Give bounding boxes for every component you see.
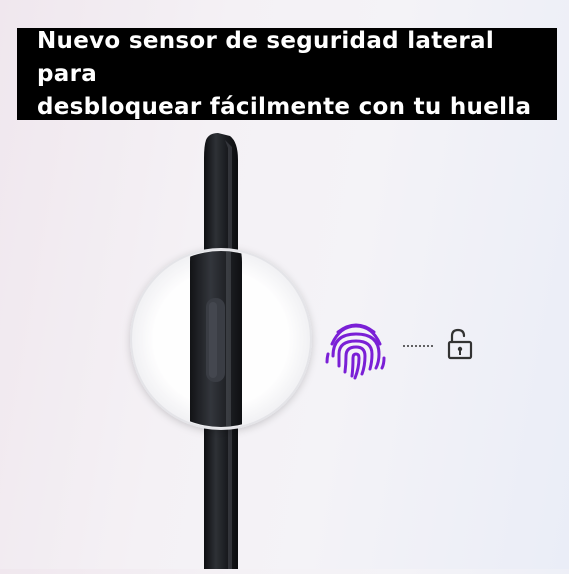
- unlocked-padlock-icon: [447, 328, 473, 360]
- headline-text: Nuevo sensor de seguridad lateral para d…: [37, 25, 557, 124]
- connector-dotted-line: [403, 345, 433, 347]
- headline-line-1: Nuevo sensor de seguridad lateral para: [37, 27, 495, 87]
- headline-line-2: desbloquear fácilmente con tu huella: [37, 93, 532, 120]
- zoomed-phone-highlight: [226, 251, 231, 427]
- fingerprint-icon: [325, 323, 386, 380]
- headline-banner: Nuevo sensor de seguridad lateral para d…: [17, 28, 557, 120]
